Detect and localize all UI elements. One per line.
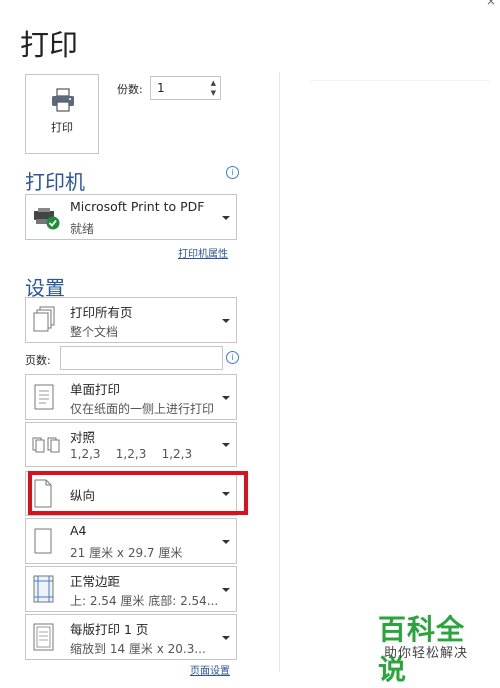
printer-ready-icon xyxy=(34,208,60,230)
chevron-down-icon xyxy=(222,540,230,544)
printer-name: Microsoft Print to PDF xyxy=(70,199,205,214)
chevron-down-icon xyxy=(222,636,230,640)
printer-dropdown[interactable]: Microsoft Print to PDF 就绪 xyxy=(25,194,237,240)
one-sided-icon xyxy=(34,384,54,410)
panel-divider xyxy=(279,72,280,672)
collate-dropdown[interactable]: 对照 1,2,3 1,2,3 1,2,3 xyxy=(25,422,237,467)
paper-size-subtitle: 21 厘米 x 29.7 厘米 xyxy=(70,546,183,560)
page-title: 打印 xyxy=(20,28,79,62)
paper-size-dropdown[interactable]: A4 21 厘米 x 29.7 厘米 xyxy=(25,518,237,564)
printer-icon xyxy=(52,88,74,112)
print-range-subtitle: 整个文档 xyxy=(70,325,119,339)
sides-subtitle: 仅在纸面的一侧上进行打印 xyxy=(70,402,215,416)
pages-per-sheet-icon xyxy=(33,623,54,651)
print-range-dropdown[interactable]: 打印所有页 整个文档 xyxy=(25,297,237,343)
pages-per-sheet-subtitle: 缩放到 14 厘米 x 20.3... xyxy=(70,642,206,656)
printer-status: 就绪 xyxy=(70,222,95,236)
sides-title: 单面打印 xyxy=(70,382,121,397)
collate-subtitle: 1,2,3 1,2,3 1,2,3 xyxy=(70,447,193,461)
copies-stepper[interactable]: 1 ▲ ▼ xyxy=(150,76,221,100)
print-button[interactable]: 打印 xyxy=(25,74,99,154)
close-icon[interactable]: × xyxy=(486,0,496,8)
margins-dropdown[interactable]: 正常边距 上: 2.54 厘米 底部: 2.54... xyxy=(25,566,237,612)
all-pages-icon xyxy=(33,306,55,332)
pages-per-sheet-dropdown[interactable]: 每版打印 1 页 缩放到 14 厘米 x 20.3... xyxy=(25,614,237,660)
watermark-subtitle: 助你轻松解决 xyxy=(384,646,469,661)
pages-input[interactable] xyxy=(60,346,223,370)
paper-size-icon xyxy=(34,528,52,554)
chevron-down-icon xyxy=(222,588,230,592)
info-icon[interactable]: i xyxy=(226,351,239,364)
copies-value[interactable]: 1 xyxy=(157,81,165,95)
printer-properties-link[interactable]: 打印机属性 xyxy=(178,245,228,260)
chevron-down-icon xyxy=(222,443,230,447)
highlight-box xyxy=(28,471,248,515)
print-button-label: 打印 xyxy=(51,121,73,134)
chevron-down-icon xyxy=(222,319,230,323)
collate-icon xyxy=(32,437,60,453)
pages-label: 页数: xyxy=(25,354,51,367)
watermark-logo: 百科全说 助你轻松解决 xyxy=(372,606,490,686)
info-icon[interactable]: i xyxy=(226,166,239,179)
preview-area xyxy=(310,80,490,81)
paper-size-title: A4 xyxy=(70,523,87,538)
margins-title: 正常边距 xyxy=(70,574,121,589)
chevron-down-icon xyxy=(222,396,230,400)
margins-subtitle: 上: 2.54 厘米 底部: 2.54... xyxy=(70,594,219,608)
copies-label: 份数: xyxy=(117,83,143,96)
printer-heading: 打印机 xyxy=(25,170,85,194)
sides-dropdown[interactable]: 单面打印 仅在纸面的一侧上进行打印 xyxy=(25,374,237,420)
pages-per-sheet-title: 每版打印 1 页 xyxy=(70,622,149,637)
spin-arrows-icon[interactable]: ▲ ▼ xyxy=(211,78,216,98)
print-range-title: 打印所有页 xyxy=(70,305,133,320)
margins-icon xyxy=(33,575,54,603)
chevron-down-icon xyxy=(222,216,230,220)
collate-title: 对照 xyxy=(70,430,96,445)
